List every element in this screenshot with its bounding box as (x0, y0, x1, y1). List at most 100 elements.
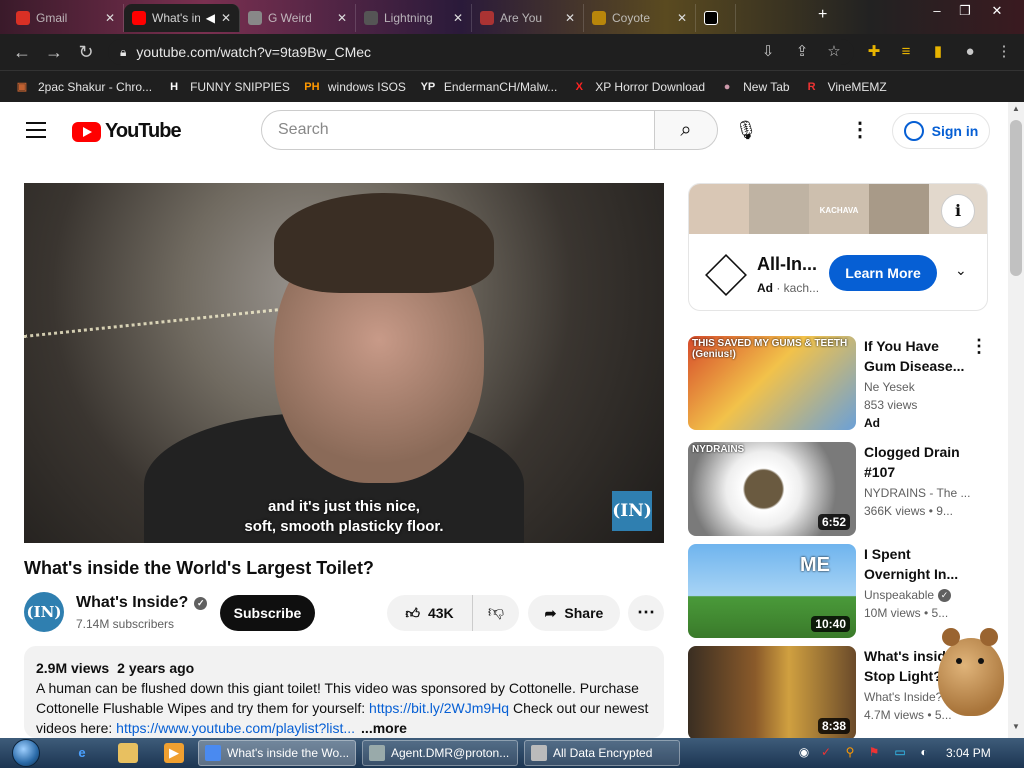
restore-icon[interactable]: ❐ (952, 2, 978, 20)
bookmark-item[interactable]: ▣ 2pac Shakur - Chro... (14, 79, 152, 95)
share-button[interactable]: ➦ Share (528, 595, 620, 631)
search-button[interactable]: ⌕ (654, 110, 718, 150)
close-icon[interactable]: ✕ (337, 11, 347, 25)
tab-1-active[interactable]: What's inside the World's Largest Toilet… (124, 4, 240, 32)
thumbnail-text: THIS SAVED MY GUMS & TEETH (Genius!) (692, 338, 848, 360)
learn-more-button[interactable]: Learn More (829, 255, 937, 291)
video-title[interactable]: Clogged Drain #107 (864, 442, 968, 482)
channel-name[interactable]: What's Inside? ✓ (76, 594, 208, 612)
desktop-hamster-pet[interactable] (928, 618, 1010, 718)
ad-card[interactable]: KACHAVA i All-In... Ad · kach... Learn M… (688, 183, 988, 311)
video-thumbnail[interactable]: THIS SAVED MY GUMS & TEETH (Genius!) (688, 336, 856, 430)
sponsor-link[interactable]: https://bit.ly/2WJm9Hq (369, 700, 509, 716)
search-input[interactable]: Search (261, 110, 655, 150)
video-thumbnail[interactable]: ME 10:40 (688, 544, 856, 638)
profile-icon[interactable]: ● (960, 42, 980, 62)
bookmark-item[interactable]: H FUNNY SNIPPIES (166, 79, 290, 95)
more-options-icon[interactable]: ⋮ (970, 336, 988, 357)
video-player[interactable]: and it's just this nice, soft, smooth pl… (24, 183, 664, 543)
media-player-icon[interactable]: ▶ (164, 743, 184, 763)
flag-tray-icon[interactable]: ⚑ (866, 744, 882, 760)
tab-6[interactable] (696, 4, 736, 32)
video-thumbnail[interactable]: 8:38 (688, 646, 856, 740)
subscribe-button[interactable]: Subscribe (220, 595, 315, 631)
like-dislike-group: 👍︎ 43K 👎︎ (387, 595, 519, 631)
forward-icon[interactable]: → (42, 40, 66, 64)
ie-icon[interactable]: e (72, 743, 92, 763)
tab-0[interactable]: Gmail ✕ (8, 4, 124, 32)
close-icon[interactable]: ✕ (677, 11, 687, 25)
recommended-video[interactable]: NYDRAINS 6:52 Clogged Drain #107 NYDRAINS -… (688, 442, 988, 536)
channel-name[interactable]: Unspeakable ✓ (864, 588, 976, 602)
display-tray-icon[interactable]: ▭ (892, 744, 908, 760)
channel-avatar[interactable]: (IN) (24, 592, 64, 632)
channel-watermark[interactable]: (IN) (612, 491, 652, 531)
view-count: 366K views • 9... (864, 504, 953, 518)
task-app-icon (369, 745, 385, 761)
recommended-video[interactable]: THIS SAVED MY GUMS & TEETH (Genius!) If Y… (688, 336, 988, 430)
channel-name[interactable]: NYDRAINS - The ... (864, 486, 976, 500)
bookmark-item[interactable]: YP EndermanCH/Malw... (420, 79, 558, 95)
taskbar-task[interactable]: All Data Encrypted (524, 740, 680, 766)
side-panel-icon[interactable]: ▮ (928, 42, 948, 62)
share-arrow-icon: ➦ (544, 604, 557, 621)
tab-4[interactable]: Are You ✕ (472, 4, 584, 32)
playlist-link[interactable]: https://www.youtube.com/playlist?list... (116, 720, 355, 736)
bookmark-star-icon[interactable]: ☆ (824, 42, 844, 62)
tab-3[interactable]: Lightning ✕ (356, 4, 472, 32)
video-title[interactable]: I Spent Overnight In... (864, 544, 968, 584)
new-tab-icon[interactable]: + (818, 6, 827, 24)
tab-5[interactable]: Coyote ✕ (584, 4, 696, 32)
close-icon[interactable]: ✕ (105, 11, 115, 25)
description-box[interactable]: 2.9M views 2 years ago A human can be flu… (24, 646, 664, 738)
video-thumbnail[interactable]: NYDRAINS 6:52 (688, 442, 856, 536)
show-more-button[interactable]: ...more (361, 720, 407, 736)
info-icon[interactable]: i (941, 194, 975, 228)
tab-2[interactable]: G Weird ✕ (240, 4, 356, 32)
bookmarks-bar: ▣ 2pac Shakur - Chro... H FUNNY SNIPPIES PH w… (0, 70, 1024, 102)
bookmark-item[interactable]: ● New Tab (719, 79, 790, 95)
close-icon[interactable]: ✕ (221, 11, 231, 25)
x-icon: X (575, 80, 583, 93)
video-title[interactable]: If You Have Gum Disease... (864, 336, 968, 376)
minimize-icon[interactable]: – (924, 2, 950, 20)
taskbar-task[interactable]: What's inside the Wo... (198, 740, 356, 766)
bookmark-item[interactable]: R VineMEMZ (804, 79, 887, 95)
more-actions-button[interactable]: ⋯ (628, 595, 664, 631)
chevron-down-icon[interactable]: ⌄ (955, 262, 967, 279)
like-button[interactable]: 👍︎ 43K (387, 595, 473, 631)
close-window-icon[interactable]: ✕ (984, 2, 1010, 20)
back-icon[interactable]: ← (10, 40, 34, 64)
bookmark-item[interactable]: PH windows ISOS (304, 79, 406, 95)
volume-tray-icon[interactable]: ◐ (916, 744, 932, 760)
install-icon[interactable]: ⇩ (758, 42, 778, 62)
extensions-icon[interactable]: ✚ (864, 42, 884, 62)
browser-toolbar: ← → ↻ 🔒︎ youtube.com/watch?v=9ta9Bw_CMec… (0, 34, 1024, 70)
menu-hamburger-icon[interactable] (26, 122, 46, 138)
media-controls-icon[interactable]: ≡ (896, 42, 916, 62)
search-tray-icon[interactable]: ⚲ (842, 744, 858, 760)
hamster-tray-icon[interactable]: ◉ (796, 744, 812, 760)
menu-dots-icon[interactable]: ⋮ (994, 42, 1014, 62)
taskbar-task[interactable]: Agent.DMR@proton... (362, 740, 518, 766)
h-icon: H (170, 80, 179, 93)
start-button[interactable] (8, 738, 44, 768)
explorer-icon[interactable] (118, 743, 138, 763)
sign-in-button[interactable]: Sign in (892, 113, 990, 149)
yp-icon: YP (420, 80, 436, 93)
close-icon[interactable]: ✕ (453, 11, 463, 25)
share-page-icon[interactable]: ⇪ (792, 42, 812, 62)
check-tray-icon[interactable]: ✓ (818, 744, 834, 760)
scroll-down-icon[interactable]: ▼ (1008, 722, 1024, 736)
reload-icon[interactable]: ↻ (74, 40, 98, 64)
channel-name[interactable]: Ne Yesek (864, 380, 976, 394)
settings-menu-icon[interactable]: ⋮ (848, 118, 872, 142)
scrollbar-thumb[interactable] (1010, 120, 1022, 276)
youtube-logo[interactable]: YouTube (72, 120, 182, 143)
voice-search-button[interactable]: 🎙︎ (728, 112, 764, 148)
address-bar[interactable]: 🔒︎ youtube.com/watch?v=9ta9Bw_CMec (108, 39, 854, 65)
scroll-up-icon[interactable]: ▲ (1008, 104, 1024, 118)
dislike-button[interactable]: 👎︎ (473, 595, 519, 631)
bookmark-item[interactable]: X XP Horror Download (571, 79, 706, 95)
close-icon[interactable]: ✕ (565, 11, 575, 25)
